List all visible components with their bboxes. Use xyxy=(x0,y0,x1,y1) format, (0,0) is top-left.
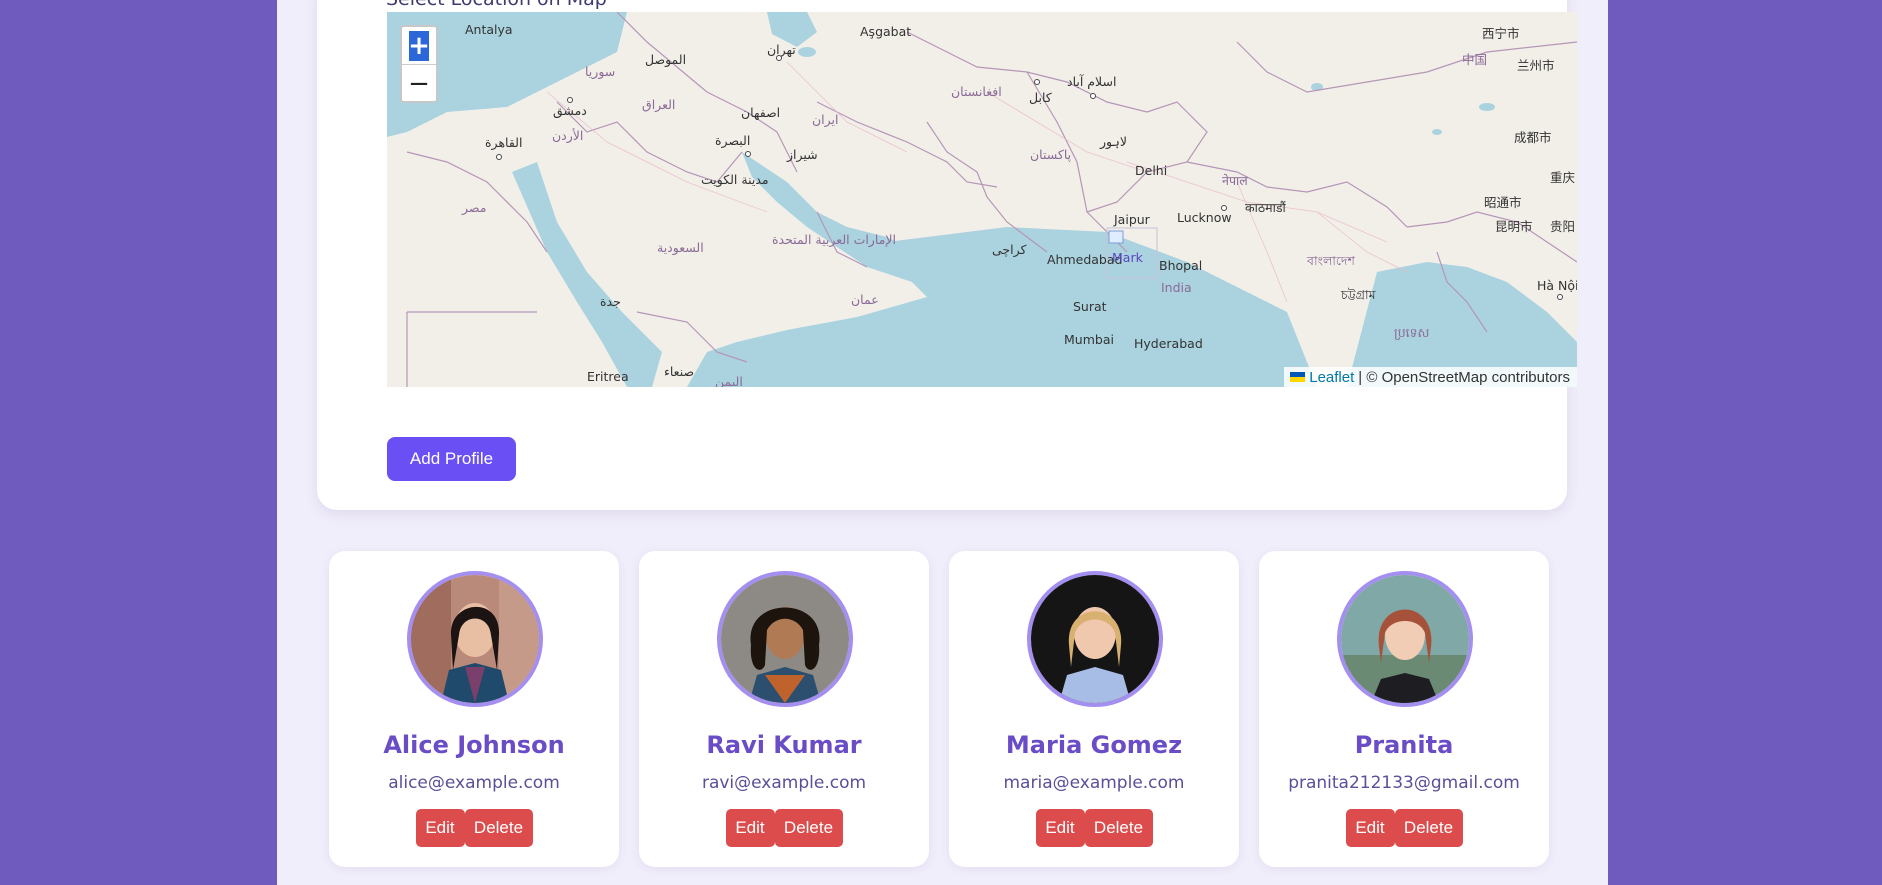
profile-name: Alice Johnson xyxy=(383,731,565,759)
map-place-label: 昭通市 xyxy=(1484,195,1522,210)
map-place-label: Hà Nội xyxy=(1537,278,1577,293)
map-place-label: دمشق xyxy=(553,103,587,119)
map-place-label: বাংলাদেশ xyxy=(1306,253,1355,268)
map-place-label: عمان xyxy=(851,292,879,307)
minus-icon: − xyxy=(408,68,430,99)
profile-name: Maria Gomez xyxy=(1005,731,1183,759)
map-place-label: 昆明市 xyxy=(1495,219,1533,234)
map-place-label: Aşgabat xyxy=(860,24,911,39)
map-place-label: تهران xyxy=(767,42,796,58)
map-attribution: Leaflet | © OpenStreetMap contributors xyxy=(1284,367,1577,387)
profile-actions: Edit Delete xyxy=(639,809,929,847)
map-place-label: Eritrea xyxy=(587,369,629,384)
map-place-label: لاہور xyxy=(1099,134,1127,150)
map-place-label: القاهرة xyxy=(485,135,522,151)
map-place-label: کابل xyxy=(1029,90,1052,105)
map-tiles[interactable]: Antalya Aşgabat الموصل سوريا دمشق العراق… xyxy=(387,12,1577,387)
plus-icon: + xyxy=(408,30,430,61)
profile-card: Pranita pranita212133@gmail.com Edit Del… xyxy=(1259,551,1549,867)
delete-button[interactable]: Delete xyxy=(1084,809,1153,847)
map-place-label: 贵阳 xyxy=(1550,219,1575,234)
svg-text:Mark: Mark xyxy=(1112,250,1144,265)
profile-avatar xyxy=(407,571,543,707)
map-place-label: مدينة الكويت xyxy=(701,172,769,188)
map-place-label: Antalya xyxy=(465,22,513,37)
delete-button[interactable]: Delete xyxy=(464,809,533,847)
map-place-label: Hyderabad xyxy=(1134,336,1203,351)
profile-avatar xyxy=(1337,571,1473,707)
map-place-label: الموصل xyxy=(645,52,686,68)
page-container: Select Location on Map xyxy=(277,0,1608,885)
profile-name: Pranita xyxy=(1354,731,1454,759)
profile-avatar xyxy=(1027,571,1163,707)
profile-card: Maria Gomez maria@example.com Edit Delet… xyxy=(949,551,1239,867)
map-place-label: 西宁市 xyxy=(1482,26,1520,41)
edit-button[interactable]: Edit xyxy=(415,809,465,847)
map-place-label: 兰州市 xyxy=(1517,58,1555,73)
ukraine-flag-icon xyxy=(1290,372,1306,382)
leaflet-link[interactable]: Leaflet xyxy=(1309,369,1354,386)
map-place-label: جدة xyxy=(600,294,621,309)
map-place-label: اليمن xyxy=(715,374,743,387)
attribution-text: | © OpenStreetMap contributors xyxy=(1358,368,1570,386)
map-place-label: India xyxy=(1161,280,1192,295)
profile-card: Ravi Kumar ravi@example.com Edit Delete xyxy=(639,551,929,867)
map-place-label: চট্টগ্রাম xyxy=(1340,287,1377,302)
map-place-label: 成都市 xyxy=(1514,130,1552,145)
zoom-control: + − xyxy=(400,25,438,103)
map-place-label: ایران xyxy=(812,112,839,128)
add-profile-button[interactable]: Add Profile xyxy=(387,437,516,481)
map-place-label: 中国 xyxy=(1462,52,1487,67)
map-place-label: اسلام آباد xyxy=(1067,74,1116,89)
map-place-label: پاکستان xyxy=(1030,147,1072,162)
delete-button[interactable]: Delete xyxy=(774,809,843,847)
map-place-label: ប្រទេស xyxy=(1394,325,1430,341)
zoom-in-button[interactable]: + xyxy=(402,27,436,65)
map-place-label: Jaipur xyxy=(1113,212,1151,227)
profile-actions: Edit Delete xyxy=(1259,809,1549,847)
map-label: Select Location on Map xyxy=(386,0,607,10)
map-place-label: काठमाडौं xyxy=(1245,200,1287,215)
map-place-label: شيراز xyxy=(786,147,818,163)
edit-button[interactable]: Edit xyxy=(1345,809,1395,847)
map-place-label: صنعاء xyxy=(664,364,694,379)
map-place-label: Delhi xyxy=(1135,163,1167,178)
map-place-label: السعودية xyxy=(657,240,704,256)
profile-avatar xyxy=(717,571,853,707)
map-place-label: 重庆 xyxy=(1550,170,1576,185)
profile-email: alice@example.com xyxy=(388,773,560,793)
profile-actions: Edit Delete xyxy=(329,809,619,847)
profile-email: pranita212133@gmail.com xyxy=(1288,773,1520,793)
map-place-label: Surat xyxy=(1073,299,1107,314)
map-place-label: Mumbai xyxy=(1064,332,1114,347)
edit-button[interactable]: Edit xyxy=(725,809,775,847)
profile-email: ravi@example.com xyxy=(701,773,867,793)
map-place-label: مصر xyxy=(461,200,486,216)
location-map[interactable]: Antalya Aşgabat الموصل سوريا دمشق العراق… xyxy=(387,12,1577,387)
profile-actions: Edit Delete xyxy=(949,809,1239,847)
map-place-label: البصرة xyxy=(715,133,750,149)
map-place-label: العراق xyxy=(642,97,675,113)
zoom-out-button[interactable]: − xyxy=(402,65,436,102)
map-place-label: اصفهان xyxy=(741,105,780,121)
profile-list: Alice Johnson alice@example.com Edit Del… xyxy=(329,551,1549,867)
map-place-label: Bhopal xyxy=(1159,258,1202,273)
map-place-label: नेपाल xyxy=(1222,173,1248,188)
map-place-label: Lucknow xyxy=(1177,210,1232,225)
map-place-label: کراچی xyxy=(992,242,1027,258)
edit-button[interactable]: Edit xyxy=(1035,809,1085,847)
map-place-label: الإمارات العربية المتحدة xyxy=(772,232,896,248)
map-place-label: سوريا xyxy=(585,64,615,80)
delete-button[interactable]: Delete xyxy=(1394,809,1463,847)
profile-card: Alice Johnson alice@example.com Edit Del… xyxy=(329,551,619,867)
map-place-label: الأردن xyxy=(552,128,583,144)
profile-email: maria@example.com xyxy=(1003,773,1185,793)
profile-name: Ravi Kumar xyxy=(706,731,862,759)
map-place-label: افغانستان xyxy=(951,84,1002,99)
profile-form-card: Select Location on Map xyxy=(317,0,1577,510)
